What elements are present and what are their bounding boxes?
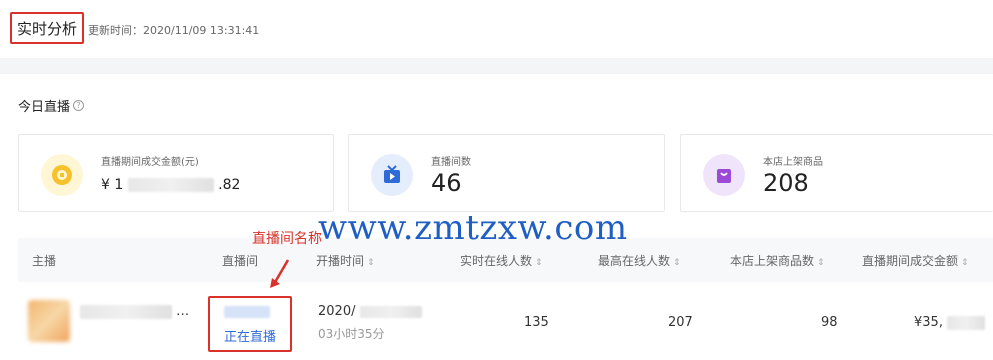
start-date: 2020/ bbox=[318, 304, 422, 319]
col-room: 直播间 bbox=[222, 254, 259, 268]
col-products-label: 本店上架商品数 bbox=[730, 254, 815, 268]
rooms-label: 直播间数 bbox=[431, 157, 471, 168]
sort-icon[interactable]: ⇕ bbox=[961, 258, 969, 268]
shopping-bag-icon bbox=[703, 154, 745, 196]
col-sales[interactable]: 直播期间成交金额 ⇕ bbox=[862, 252, 969, 269]
help-icon[interactable]: ? bbox=[73, 100, 85, 111]
tv-icon bbox=[371, 154, 413, 196]
room-name-annotation: 直播间名称 bbox=[252, 231, 322, 247]
col-online-peak[interactable]: 最高在线人数 ⇕ bbox=[598, 252, 681, 269]
live-room-cell[interactable]: 正在直播 bbox=[208, 296, 292, 352]
sort-icon[interactable]: ⇕ bbox=[673, 258, 681, 268]
today-live-label: 今日直播 bbox=[18, 100, 71, 115]
avatar bbox=[28, 300, 70, 342]
redacted-sales bbox=[947, 315, 986, 330]
products-label: 本店上架商品 bbox=[763, 157, 823, 168]
products-card: 本店上架商品 208 bbox=[680, 134, 993, 212]
rooms-value: 46 bbox=[431, 169, 462, 197]
online-now-value: 135 bbox=[524, 315, 549, 330]
redacted-value bbox=[127, 178, 214, 192]
col-sales-label: 直播期间成交金额 bbox=[862, 254, 959, 268]
top-bar: 实时分析 更新时间：2020/11/09 13:31:41 bbox=[0, 0, 993, 58]
sales-value-prefix: ¥ 1 bbox=[101, 177, 124, 193]
rooms-card: 直播间数 46 bbox=[348, 134, 665, 212]
sort-icon[interactable]: ⇕ bbox=[817, 258, 825, 268]
section-divider bbox=[0, 58, 993, 74]
products-value: 208 bbox=[763, 169, 809, 197]
sort-icon[interactable]: ⇕ bbox=[367, 258, 375, 268]
col-online-now-label: 实时在线人数 bbox=[460, 254, 533, 268]
redacted-start-time bbox=[359, 305, 422, 318]
sales-value: ¥ 1 .82 bbox=[101, 177, 240, 193]
redacted-anchor-name bbox=[80, 304, 172, 319]
table-row[interactable]: … 正在直播 2020/ 03小时35分 135 207 98 ¥35, bbox=[18, 282, 993, 360]
col-online-now[interactable]: 实时在线人数 ⇕ bbox=[460, 252, 543, 269]
coin-icon bbox=[41, 154, 83, 196]
sales-label: 直播期间成交金额(元) bbox=[101, 157, 199, 168]
online-peak-value: 207 bbox=[668, 315, 693, 330]
watermark: www.zmtzxw.com bbox=[318, 208, 628, 248]
col-start-time-label: 开播时间 bbox=[316, 254, 365, 268]
sales-card: 直播期间成交金额(元) ¥ 1 .82 bbox=[18, 134, 334, 212]
realtime-analysis-tab[interactable]: 实时分析 bbox=[10, 12, 84, 44]
redacted-room-name bbox=[224, 306, 270, 318]
sort-icon[interactable]: ⇕ bbox=[535, 258, 543, 268]
today-live-title: 今日直播 ? bbox=[18, 96, 85, 115]
live-status[interactable]: 正在直播 bbox=[224, 326, 276, 345]
live-duration: 03小时35分 bbox=[318, 327, 385, 341]
col-start-time[interactable]: 开播时间 ⇕ bbox=[316, 252, 375, 269]
anchor-name[interactable]: … bbox=[80, 304, 189, 319]
col-products[interactable]: 本店上架商品数 ⇕ bbox=[730, 252, 825, 269]
products-count-value: 98 bbox=[821, 315, 838, 330]
col-anchor: 主播 bbox=[32, 254, 57, 268]
sales-amount-text: ¥35, bbox=[914, 315, 943, 330]
update-time: 更新时间：2020/11/09 13:31:41 bbox=[88, 24, 260, 37]
sales-value-suffix: .82 bbox=[218, 177, 241, 193]
arrow-icon bbox=[270, 259, 290, 288]
start-date-text: 2020/ bbox=[318, 304, 356, 319]
col-online-peak-label: 最高在线人数 bbox=[598, 254, 671, 268]
sales-amount-value: ¥35, bbox=[914, 315, 986, 330]
realtime-analysis-label: 实时分析 bbox=[16, 19, 77, 38]
